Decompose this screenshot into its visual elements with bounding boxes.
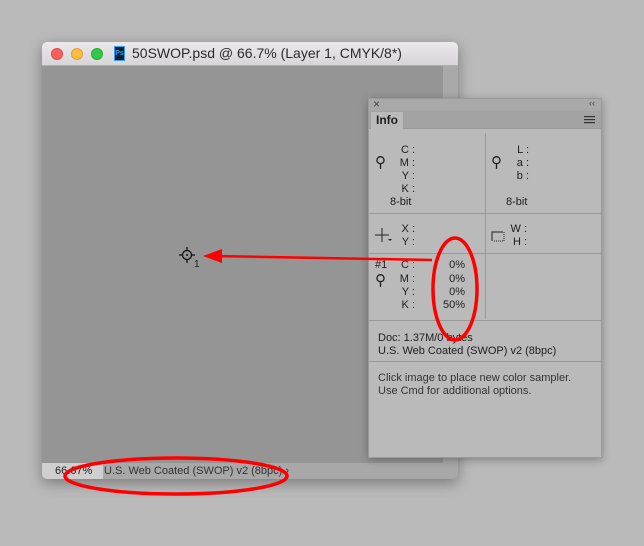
annotation-arrowhead (203, 249, 222, 263)
annotation-ellipse-values (431, 236, 479, 342)
annotation-overlay (63, 236, 479, 496)
annotation-arrow-line (214, 254, 433, 262)
annotation-ellipse-status (63, 456, 289, 496)
